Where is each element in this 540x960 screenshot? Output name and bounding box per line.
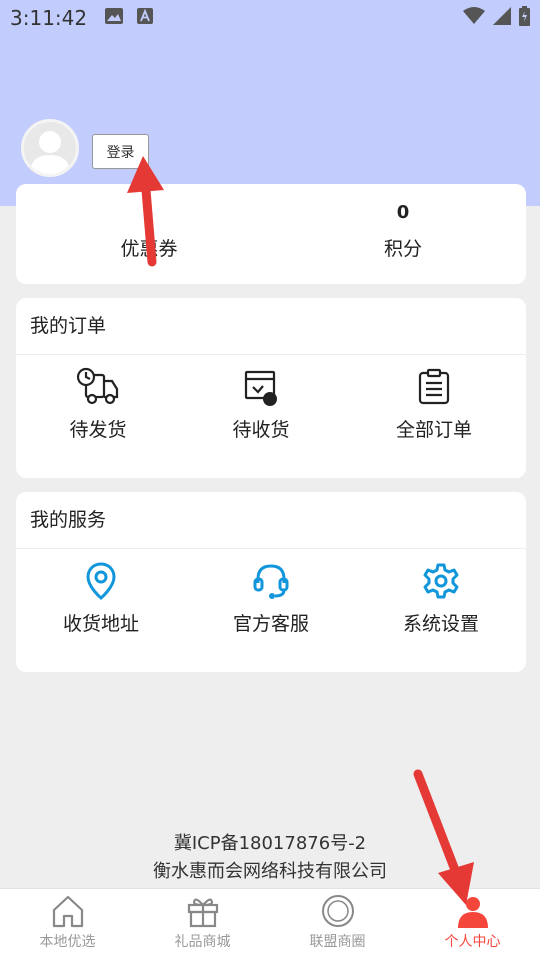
- shipping-address-item[interactable]: 收货地址: [16, 561, 186, 636]
- company-name: 衡水惠而会网络科技有限公司: [153, 861, 387, 882]
- system-settings-item[interactable]: 系统设置: [356, 561, 526, 636]
- stats-card: 优惠券 0 积分: [16, 184, 526, 284]
- pending-receipt-item[interactable]: 待收货: [176, 367, 346, 442]
- tab-local-picks-label: 本地优选: [39, 934, 96, 950]
- avatar[interactable]: [21, 119, 79, 177]
- font-icon: [137, 8, 154, 28]
- shipping-address-label: 收货地址: [62, 613, 139, 635]
- tab-personal-center[interactable]: 个人中心: [405, 889, 540, 960]
- home-icon: [52, 895, 83, 928]
- circle-icon: [321, 895, 354, 927]
- default-avatar-icon: [30, 131, 70, 174]
- icp-number: 冀ICP备18017876号-2: [173, 833, 367, 854]
- tab-alliance-circle[interactable]: 联盟商圈: [270, 889, 405, 960]
- points-label: 积分: [383, 238, 422, 260]
- pending-shipment-label: 待发货: [69, 419, 127, 441]
- pending-shipment-item[interactable]: 待发货: [13, 367, 183, 442]
- services-title: 我的服务: [16, 492, 526, 549]
- order-list-icon: [418, 368, 450, 405]
- gift-icon: [187, 898, 218, 928]
- status-bar: 3:11:42: [0, 0, 540, 36]
- truck-icon: [76, 367, 119, 405]
- bottom-tab-bar: 本地优选 礼品商城 联盟商圈 个人中心: [0, 888, 540, 960]
- location-pin-icon: [86, 562, 116, 600]
- person-icon: [457, 897, 488, 928]
- icp-footer: 冀ICP备18017876号-2 衡水惠而会网络科技有限公司: [0, 830, 540, 886]
- tab-local-picks[interactable]: 本地优选: [0, 889, 135, 960]
- coupon-stat[interactable]: 优惠券: [49, 200, 249, 261]
- coupon-label: 优惠券: [120, 238, 178, 260]
- headset-icon: [253, 564, 289, 599]
- orders-card: 我的订单 待发货 待收货 全部订单: [16, 298, 526, 478]
- image-icon: [105, 8, 124, 28]
- status-time: 3:11:42: [10, 6, 88, 30]
- battery-icon: [519, 6, 530, 30]
- tab-alliance-circle-label: 联盟商圈: [309, 934, 366, 950]
- login-button[interactable]: 登录: [92, 134, 149, 169]
- system-settings-label: 系统设置: [402, 613, 479, 635]
- receive-box-icon: [244, 370, 277, 406]
- customer-service-item[interactable]: 官方客服: [186, 561, 356, 636]
- all-orders-label: 全部订单: [395, 419, 472, 441]
- customer-service-label: 官方客服: [232, 613, 309, 635]
- wifi-icon: [463, 7, 485, 29]
- signal-icon: [493, 7, 511, 29]
- points-stat[interactable]: 0 积分: [303, 200, 503, 261]
- orders-title: 我的订单: [16, 298, 526, 355]
- tab-gift-mall[interactable]: 礼品商城: [135, 889, 270, 960]
- profile-header: [0, 36, 540, 206]
- pending-receipt-label: 待收货: [232, 419, 290, 441]
- services-card: 我的服务 收货地址 官方客服 系统设置: [16, 492, 526, 672]
- points-count: 0: [396, 202, 410, 223]
- all-orders-item[interactable]: 全部订单: [349, 367, 519, 442]
- tab-gift-mall-label: 礼品商城: [174, 934, 231, 950]
- coupon-count: [49, 200, 249, 226]
- gear-icon: [423, 563, 459, 599]
- tab-personal-center-label: 个人中心: [444, 934, 501, 950]
